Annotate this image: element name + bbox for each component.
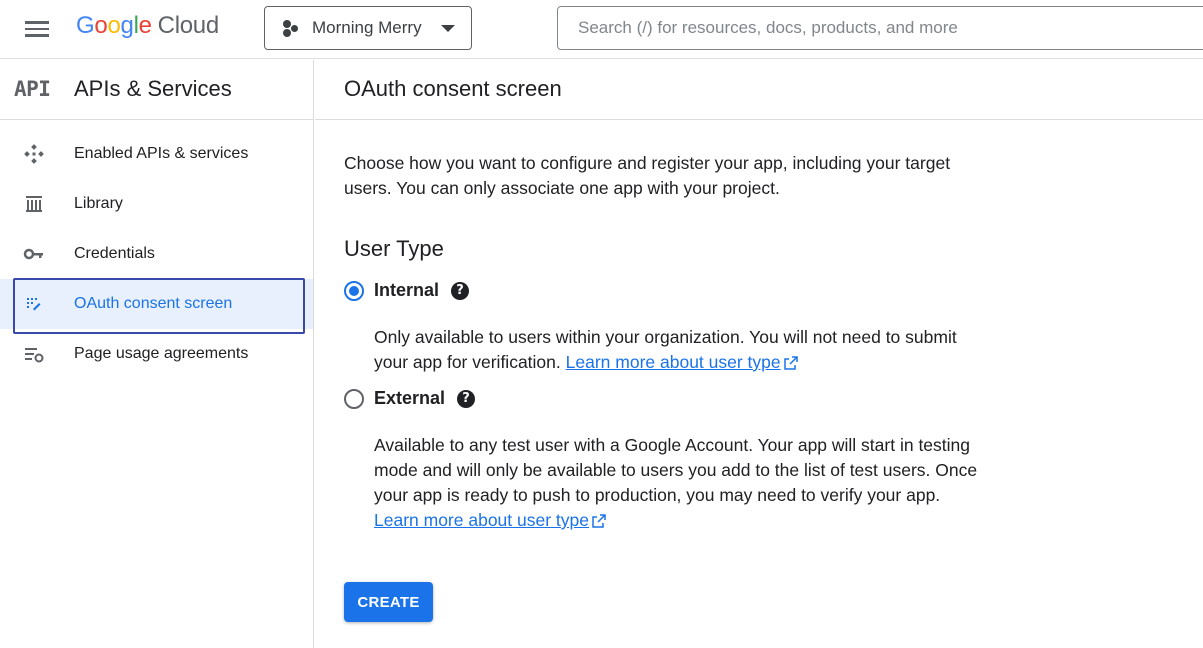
external-description: Available to any test user with a Google… — [374, 433, 994, 533]
sidebar-item-library[interactable]: Library — [0, 179, 313, 229]
sidebar-item-credentials[interactable]: Credentials — [0, 229, 313, 279]
internal-option[interactable]: Internal ? — [344, 280, 470, 301]
oauth-consent-icon — [23, 294, 45, 314]
sidebar-item-label: Page usage agreements — [74, 345, 249, 362]
external-radio[interactable] — [344, 388, 364, 409]
learn-more-link-text: Learn more about user type — [374, 510, 589, 530]
project-name: Morning Merry — [312, 18, 422, 37]
sidebar: API APIs & Services Enabled APIs & servi… — [0, 60, 314, 648]
sidebar-item-label: Credentials — [74, 245, 155, 262]
sidebar-item-page-usage[interactable]: Page usage agreements — [0, 329, 313, 379]
google-cloud-logo[interactable]: Google Cloud — [76, 12, 219, 40]
library-icon — [23, 194, 45, 214]
sidebar-item-label: Library — [74, 195, 123, 212]
api-icon: API — [14, 77, 51, 101]
page-title: OAuth consent screen — [344, 76, 562, 101]
sidebar-item-oauth-consent[interactable]: OAuth consent screen — [0, 278, 313, 334]
key-icon — [23, 244, 45, 264]
project-dots-icon — [281, 18, 301, 38]
sidebar-header: API APIs & Services — [0, 60, 313, 120]
main-header: OAuth consent screen — [315, 60, 1203, 120]
logo-cloud-text: Cloud — [157, 12, 220, 39]
help-icon[interactable]: ? — [451, 281, 470, 300]
sidebar-item-label: Enabled APIs & services — [74, 145, 249, 162]
external-link-icon — [783, 356, 798, 370]
enabled-apis-icon — [23, 144, 45, 164]
intro-text: Choose how you want to configure and reg… — [344, 153, 951, 198]
internal-description: Only available to users within your orga… — [374, 325, 994, 375]
hamburger-menu-icon[interactable] — [19, 14, 55, 44]
project-picker[interactable]: Morning Merry — [264, 6, 472, 50]
sidebar-item-enabled-apis[interactable]: Enabled APIs & services — [0, 129, 313, 179]
search-box[interactable] — [557, 6, 1203, 50]
search-input[interactable] — [558, 7, 1203, 49]
top-bar: Google Cloud Morning Merry — [0, 0, 1203, 59]
help-icon[interactable]: ? — [457, 389, 476, 408]
user-type-heading: User Type — [344, 236, 444, 261]
create-button[interactable]: CREATE — [344, 582, 433, 622]
external-label: External — [374, 388, 446, 408]
external-link-icon — [592, 514, 606, 528]
external-description-text: Available to any test user with a Google… — [374, 435, 978, 505]
sidebar-title: APIs & Services — [74, 76, 232, 101]
internal-radio[interactable] — [344, 280, 364, 301]
learn-more-link[interactable]: Learn more about user type — [566, 352, 798, 372]
external-option[interactable]: External ? — [344, 388, 476, 409]
learn-more-link-text: Learn more about user type — [565, 352, 781, 372]
main-content: OAuth consent screen Choose how you want… — [315, 60, 1203, 648]
internal-label: Internal — [374, 280, 440, 300]
sidebar-item-label: OAuth consent screen — [74, 295, 233, 312]
sidebar-nav: Enabled APIs & services Library Credenti… — [0, 120, 313, 379]
caret-down-icon — [441, 25, 455, 32]
logo-google-text: Google — [76, 12, 152, 39]
learn-more-link[interactable]: Learn more about user type — [374, 510, 606, 530]
settings-list-icon — [23, 344, 45, 364]
